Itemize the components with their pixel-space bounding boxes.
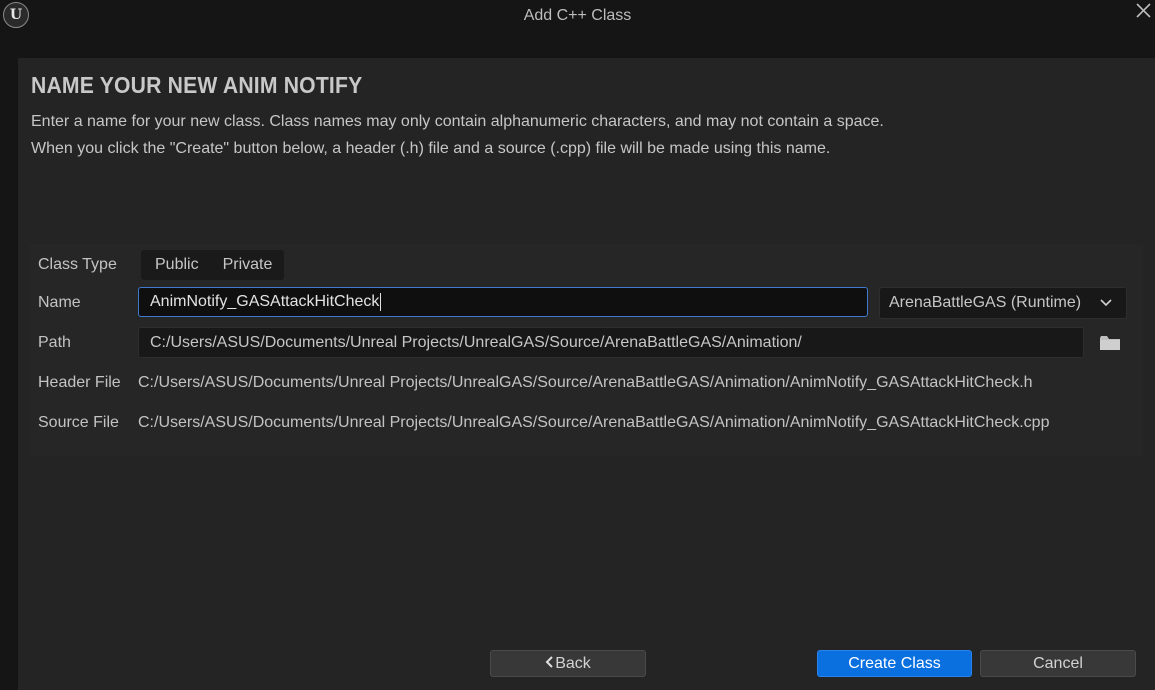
class-type-private-option[interactable]: Private [211, 250, 285, 280]
browse-folder-button[interactable] [1099, 335, 1121, 353]
folder-icon [1100, 336, 1120, 350]
chevron-down-icon [1100, 299, 1112, 307]
cancel-button[interactable]: Cancel [980, 650, 1136, 677]
create-class-button[interactable]: Create Class [817, 650, 972, 677]
class-type-label: Class Type [38, 256, 117, 273]
window-title: Add C++ Class [523, 7, 632, 24]
module-dropdown[interactable]: ArenaBattleGAS (Runtime) [879, 287, 1127, 319]
page-heading: NAME YOUR NEW ANIM NOTIFY [31, 72, 363, 98]
class-type-public-option[interactable]: Public [141, 250, 211, 280]
path-label: Path [38, 334, 71, 351]
close-button[interactable] [1133, 0, 1155, 22]
description-line-2: When you click the "Create" button below… [31, 140, 831, 157]
content-panel: NAME YOUR NEW ANIM NOTIFY Enter a name f… [18, 58, 1155, 690]
path-value: C:/Users/ASUS/Documents/Unreal Projects/… [150, 334, 802, 351]
class-type-toggle: Public Private [141, 250, 285, 280]
class-details-form: Class Type Public Private Name AnimNotif… [30, 244, 1143, 456]
name-label: Name [38, 294, 81, 311]
module-selected-value: ArenaBattleGAS (Runtime) [889, 294, 1082, 311]
header-file-label: Header File [38, 374, 121, 391]
source-file-label: Source File [38, 414, 119, 431]
description-line-1: Enter a name for your new class. Class n… [31, 113, 884, 130]
path-input[interactable]: C:/Users/ASUS/Documents/Unreal Projects/… [138, 327, 1084, 358]
create-class-button-label: Create Class [848, 655, 941, 672]
class-name-input[interactable]: AnimNotify_GASAttackHitCheck [138, 287, 868, 317]
cancel-button-label: Cancel [1033, 655, 1083, 672]
header-file-path: C:/Users/ASUS/Documents/Unreal Projects/… [138, 374, 1033, 391]
chevron-left-icon [545, 656, 553, 668]
close-icon [1136, 3, 1151, 18]
title-bar: U Add C++ Class [0, 0, 1155, 32]
back-button[interactable]: Back [490, 650, 646, 677]
source-file-path: C:/Users/ASUS/Documents/Unreal Projects/… [138, 414, 1050, 431]
text-caret [380, 292, 382, 311]
class-name-value: AnimNotify_GASAttackHitCheck [150, 293, 380, 310]
back-button-label: Back [555, 655, 591, 672]
add-cpp-class-window: U Add C++ Class NAME YOUR NEW ANIM NOTIF… [0, 0, 1155, 690]
